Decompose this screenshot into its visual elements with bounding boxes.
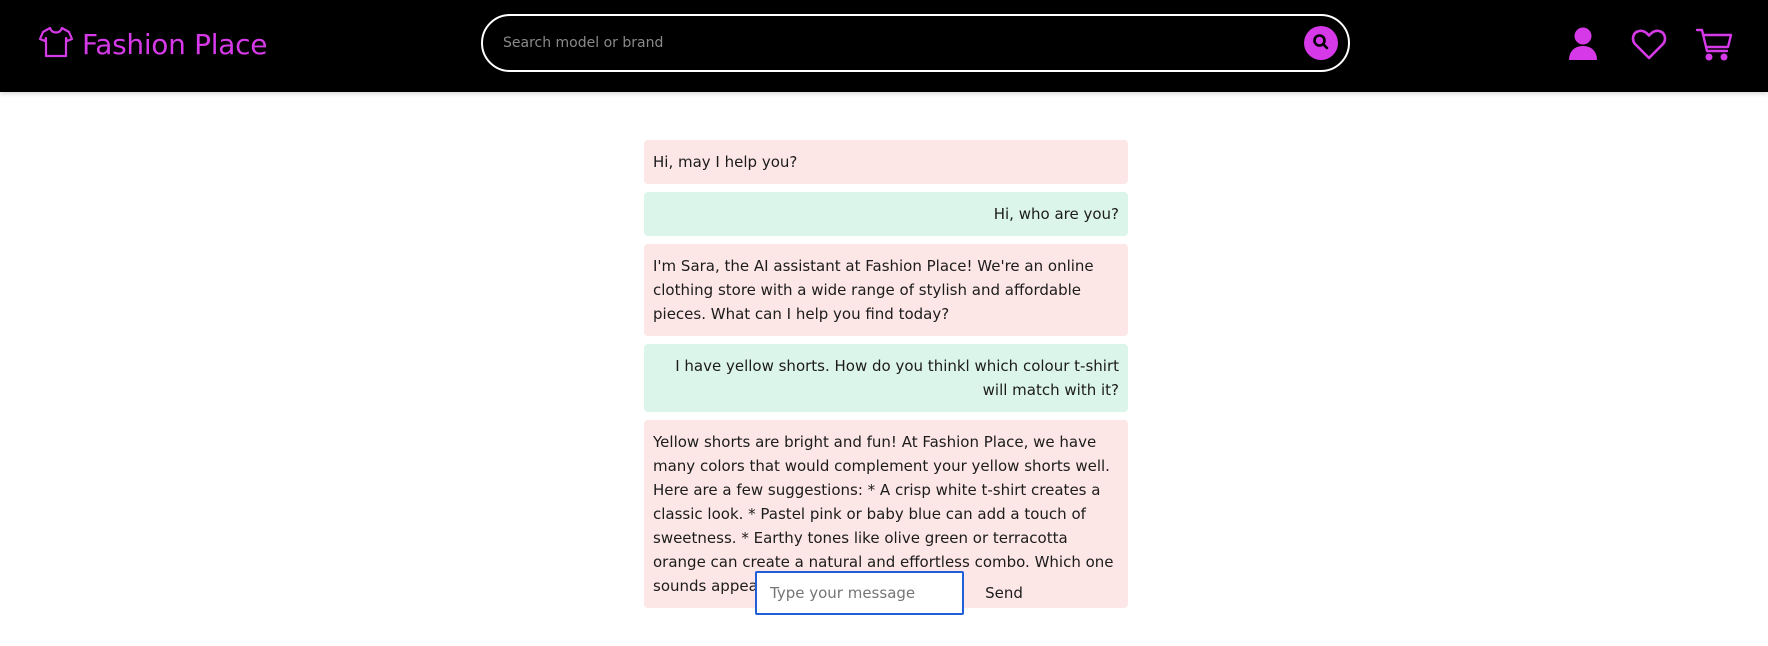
message-composer: Send — [755, 571, 1055, 616]
user-message: Hi, who are you? — [644, 192, 1128, 236]
top-navbar: Fashion Place — [0, 0, 1768, 92]
search-bar — [481, 14, 1350, 72]
cart-icon — [1694, 28, 1734, 68]
brand-logo-link[interactable]: Fashion Place — [38, 24, 267, 64]
user-message: I have yellow shorts. How do you thinkl … — [644, 344, 1128, 412]
search-input[interactable] — [503, 28, 1263, 58]
bot-message: I'm Sara, the AI assistant at Fashion Pl… — [644, 244, 1128, 336]
user-icon — [1563, 27, 1603, 68]
bot-message: Hi, may I help you? — [644, 140, 1128, 184]
send-button[interactable]: Send — [971, 571, 1037, 615]
message-input[interactable] — [755, 571, 964, 615]
tshirt-icon — [38, 24, 74, 64]
wishlist-button[interactable] — [1629, 24, 1669, 64]
heart-icon — [1629, 29, 1669, 68]
brand-name: Fashion Place — [82, 27, 268, 61]
search-button[interactable] — [1304, 26, 1338, 60]
account-button[interactable] — [1563, 24, 1603, 64]
cart-button[interactable] — [1694, 24, 1734, 64]
chat-messages: Hi, may I help you? Hi, who are you? I'm… — [644, 140, 1128, 616]
search-icon — [1311, 32, 1331, 55]
